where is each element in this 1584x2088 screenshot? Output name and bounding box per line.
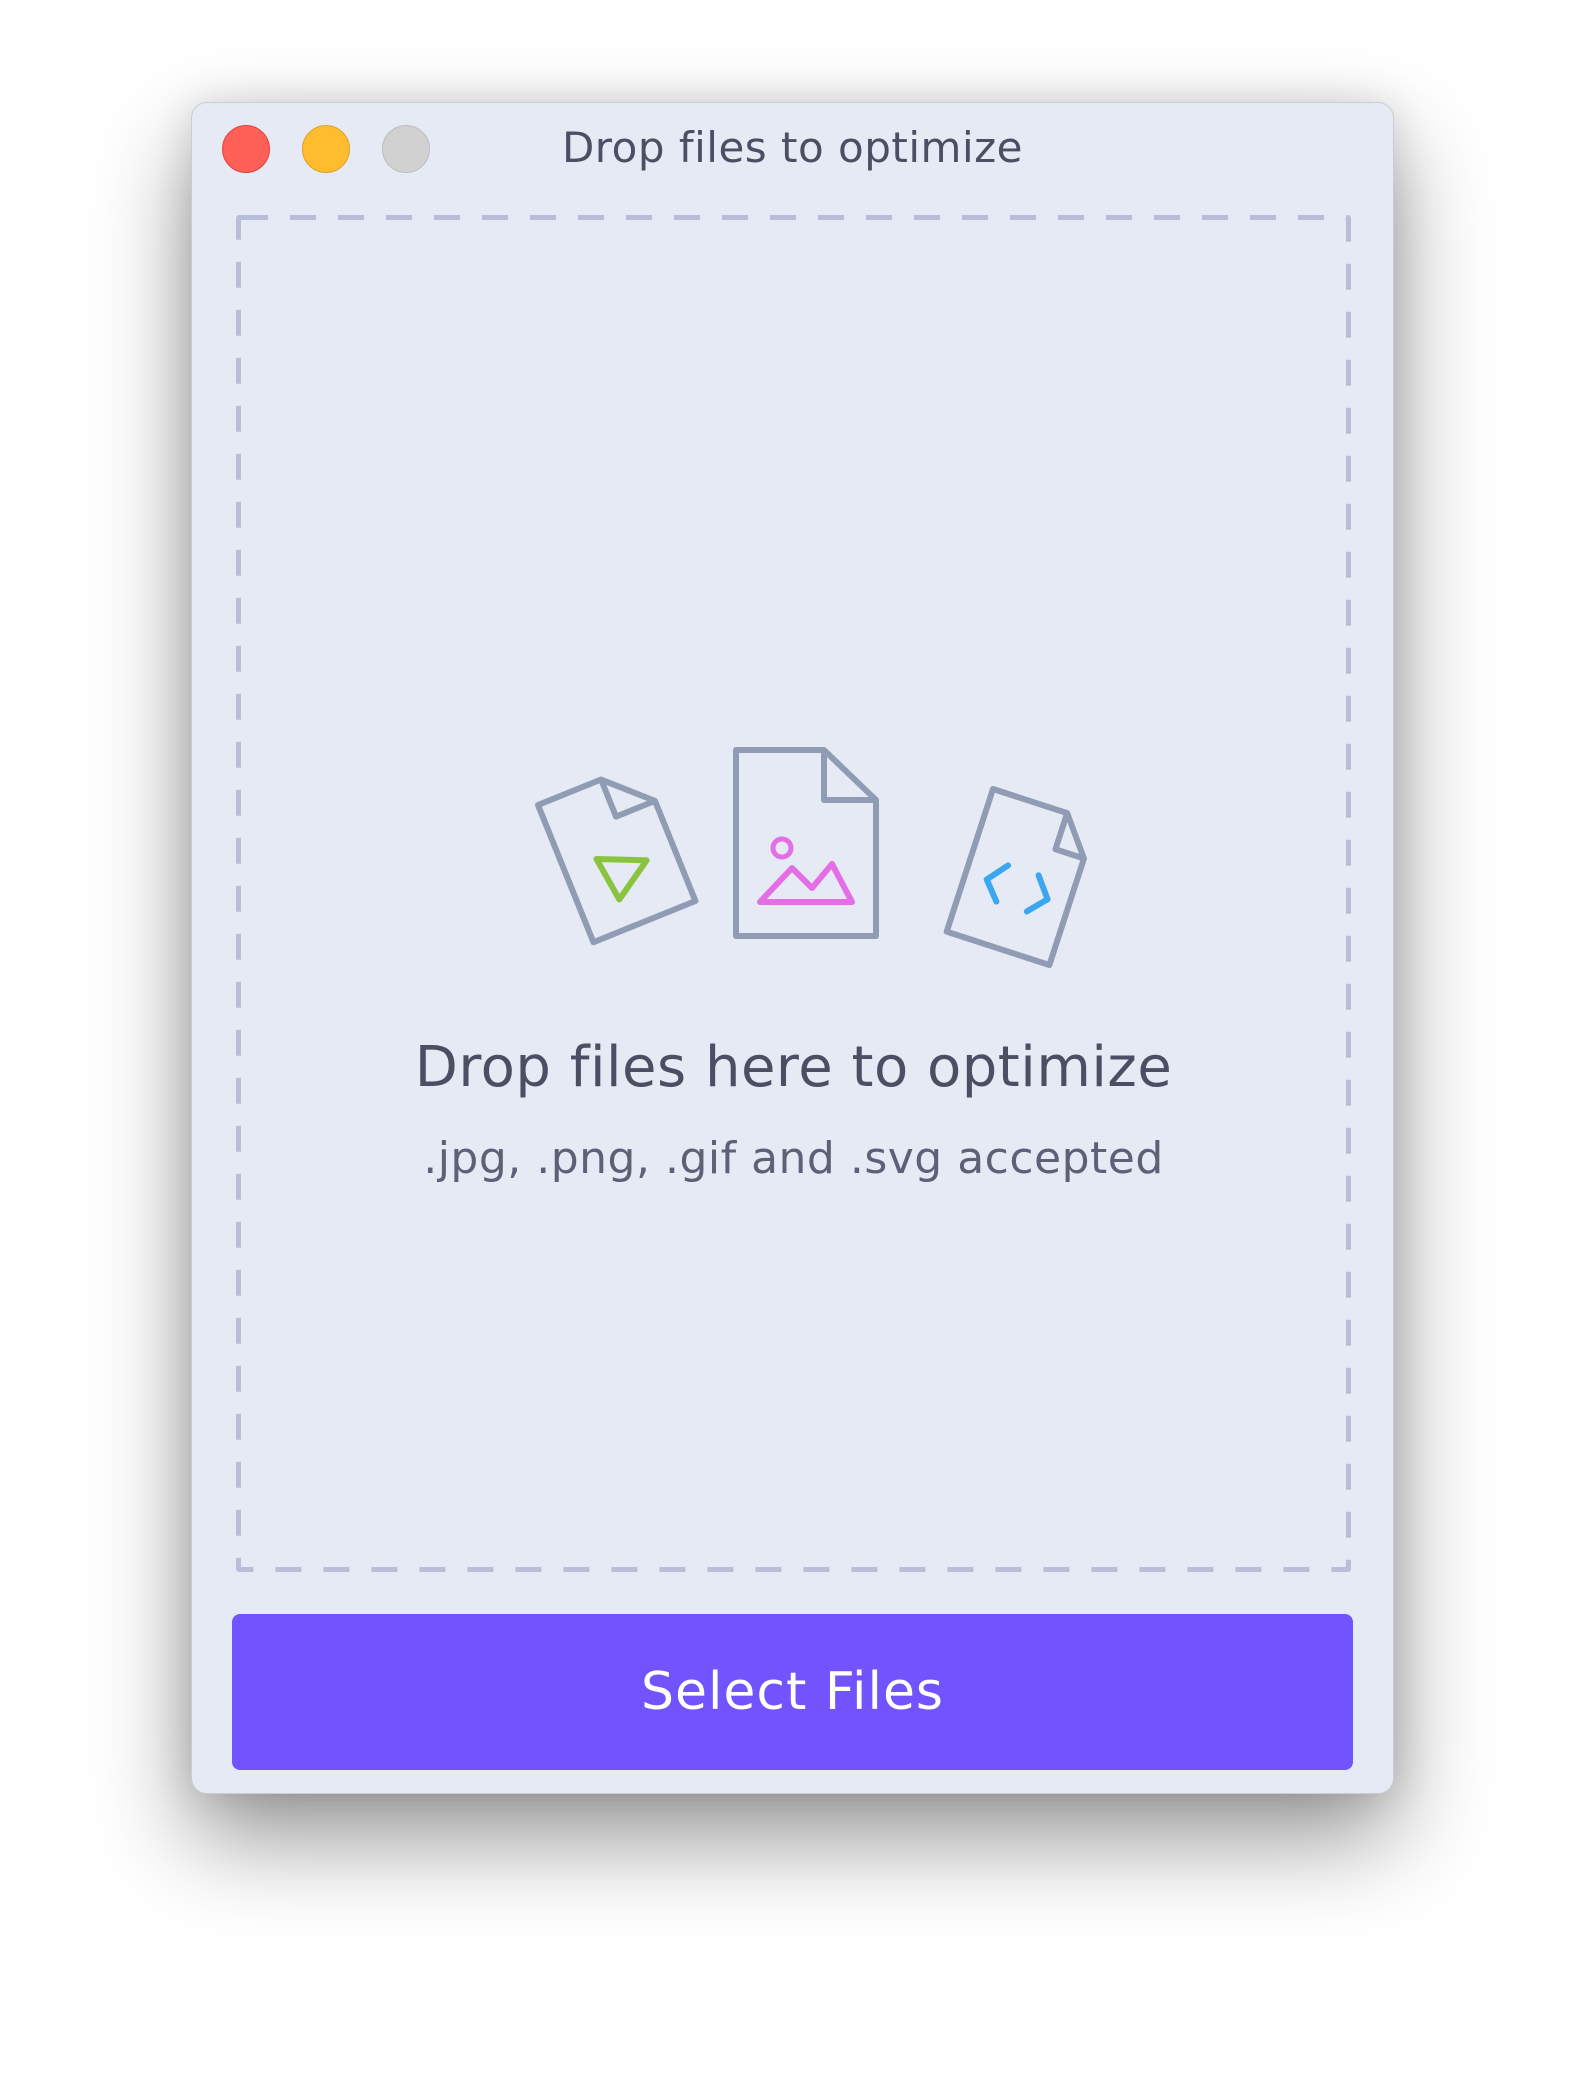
drop-zone-title: Drop files here to optimize: [414, 1035, 1173, 1100]
window-title: Drop files to optimize: [561, 123, 1024, 172]
drop-zone[interactable]: Drop files here to optimize .jpg, .png, …: [236, 215, 1351, 1572]
select-files-button[interactable]: Select Files: [232, 1614, 1353, 1770]
video-file-icon: [535, 776, 699, 946]
image-file-icon: [733, 747, 879, 939]
accepted-formats-text: .jpg, .png, .gif and .svg accepted: [423, 1133, 1164, 1184]
title-bar[interactable]: Drop files to optimize: [192, 103, 1393, 201]
app-window: Drop files to optimize Drop files here t…: [191, 102, 1394, 1794]
file-types-illustration: [535, 747, 1087, 969]
code-file-icon: [943, 786, 1087, 969]
